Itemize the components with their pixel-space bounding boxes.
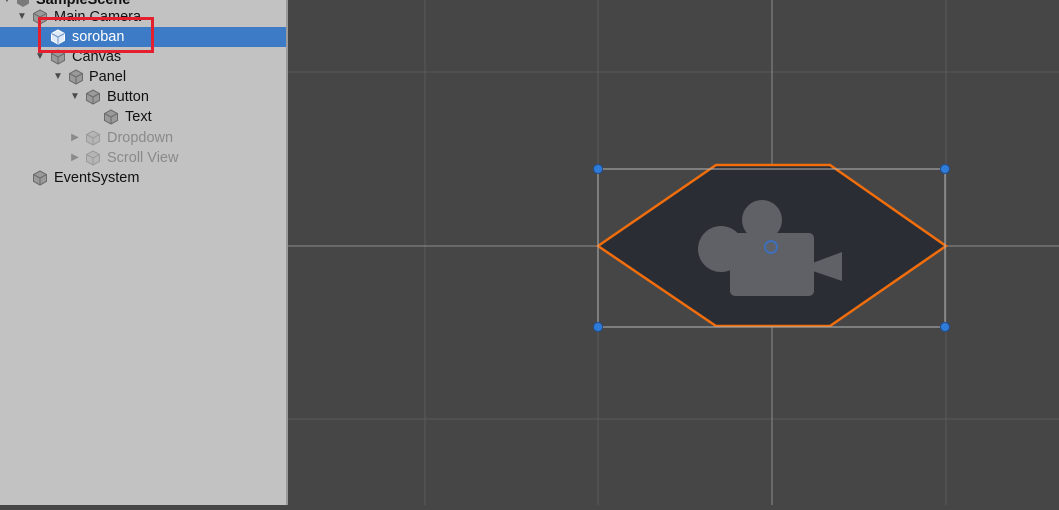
resize-handle-bottom-right[interactable] bbox=[940, 322, 950, 332]
resize-handle-top-right[interactable] bbox=[940, 164, 950, 174]
scene-view[interactable] bbox=[288, 0, 1059, 505]
hierarchy-item-panel[interactable]: ▼ Panel bbox=[0, 67, 286, 87]
item-label: Button bbox=[107, 89, 149, 105]
item-label: Scroll View bbox=[107, 150, 179, 166]
item-label: Dropdown bbox=[107, 130, 174, 146]
annotation-highlight-box bbox=[38, 17, 154, 53]
item-label: EventSystem bbox=[54, 170, 140, 186]
collapse-arrow-icon[interactable]: ▶ bbox=[70, 148, 80, 168]
hierarchy-item-dropdown[interactable]: ▶ Dropdown bbox=[0, 128, 286, 148]
expand-arrow-icon[interactable]: ▼ bbox=[17, 7, 27, 27]
hierarchy-item-text[interactable]: Text bbox=[0, 107, 286, 127]
scene-menu-icon[interactable]: ⋮ bbox=[266, 0, 280, 2]
expand-arrow-icon[interactable]: ▼ bbox=[70, 87, 80, 107]
gameobject-cube-icon bbox=[69, 69, 83, 85]
gameobject-cube-icon bbox=[86, 130, 100, 146]
hierarchy-item-scroll-view[interactable]: ▶ Scroll View bbox=[0, 148, 286, 168]
item-label: Panel bbox=[89, 69, 127, 85]
resize-handle-top-left[interactable] bbox=[593, 164, 603, 174]
hierarchy-item-button[interactable]: ▼ Button bbox=[0, 87, 286, 107]
gameobject-cube-icon bbox=[33, 170, 47, 186]
collapse-arrow-icon[interactable]: ▶ bbox=[70, 128, 80, 148]
gameobject-cube-icon bbox=[104, 109, 118, 125]
hierarchy-panel: ▼ SampleScene ⋮ ▼ Main Camera soroban ▼ … bbox=[0, 0, 286, 505]
scene-canvas[interactable] bbox=[288, 0, 1059, 505]
item-label: Text bbox=[125, 109, 152, 125]
gameobject-cube-icon bbox=[86, 89, 100, 105]
resize-handle-bottom-left[interactable] bbox=[593, 322, 603, 332]
expand-arrow-icon[interactable]: ▼ bbox=[53, 67, 63, 87]
hierarchy-item-eventsystem[interactable]: EventSystem bbox=[0, 168, 286, 188]
gameobject-cube-icon bbox=[86, 150, 100, 166]
